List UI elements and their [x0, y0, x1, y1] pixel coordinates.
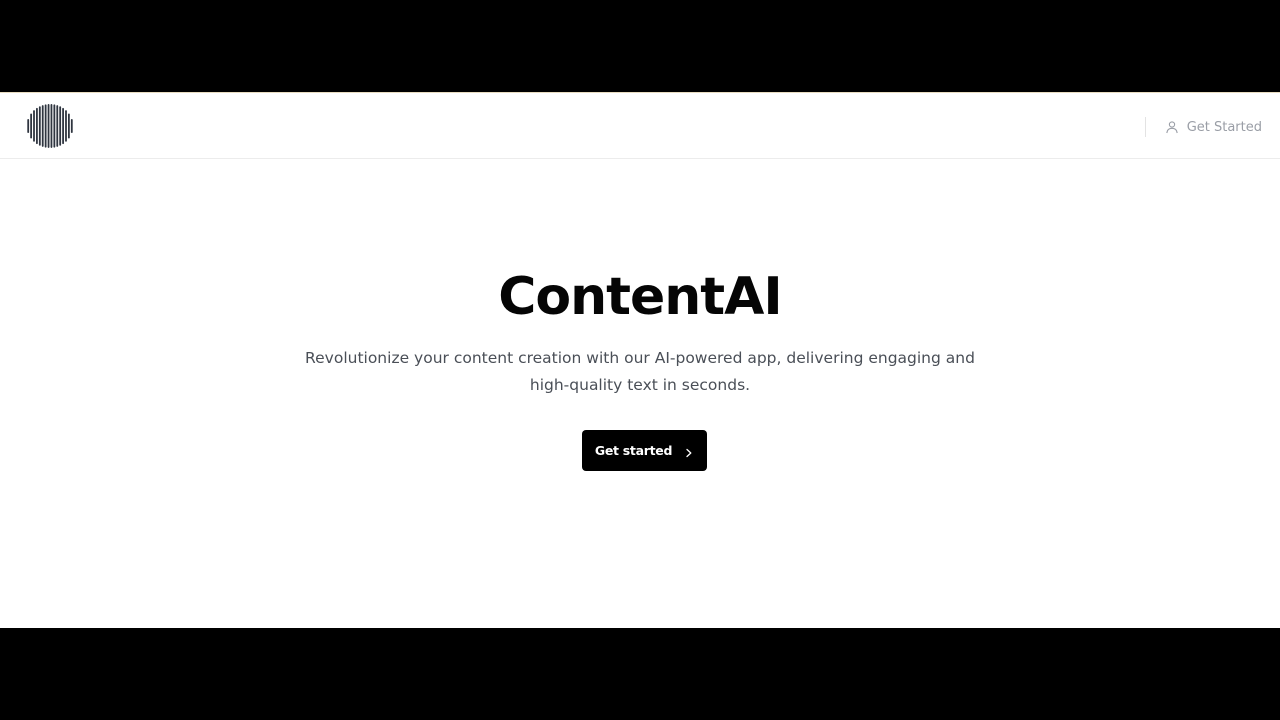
- letterbox-bottom: [0, 628, 1280, 720]
- hero-subtitle: Revolutionize your content creation with…: [305, 349, 975, 394]
- hero-title: ContentAI: [498, 267, 783, 327]
- get-started-button[interactable]: Get started: [582, 430, 707, 471]
- soundwave-logo-icon[interactable]: [26, 103, 74, 149]
- page: Get Started ContentAI Revolutionize your…: [0, 92, 1280, 628]
- letterbox-top: [0, 0, 1280, 92]
- top-nav: Get Started: [0, 93, 1280, 159]
- get-started-nav-link[interactable]: Get Started: [1165, 115, 1262, 139]
- user-icon: [1165, 120, 1179, 134]
- chevron-right-icon: [684, 446, 694, 457]
- nav-divider: [1145, 117, 1146, 137]
- get-started-button-label: Get started: [594, 443, 673, 458]
- get-started-nav-label: Get Started: [1186, 119, 1262, 135]
